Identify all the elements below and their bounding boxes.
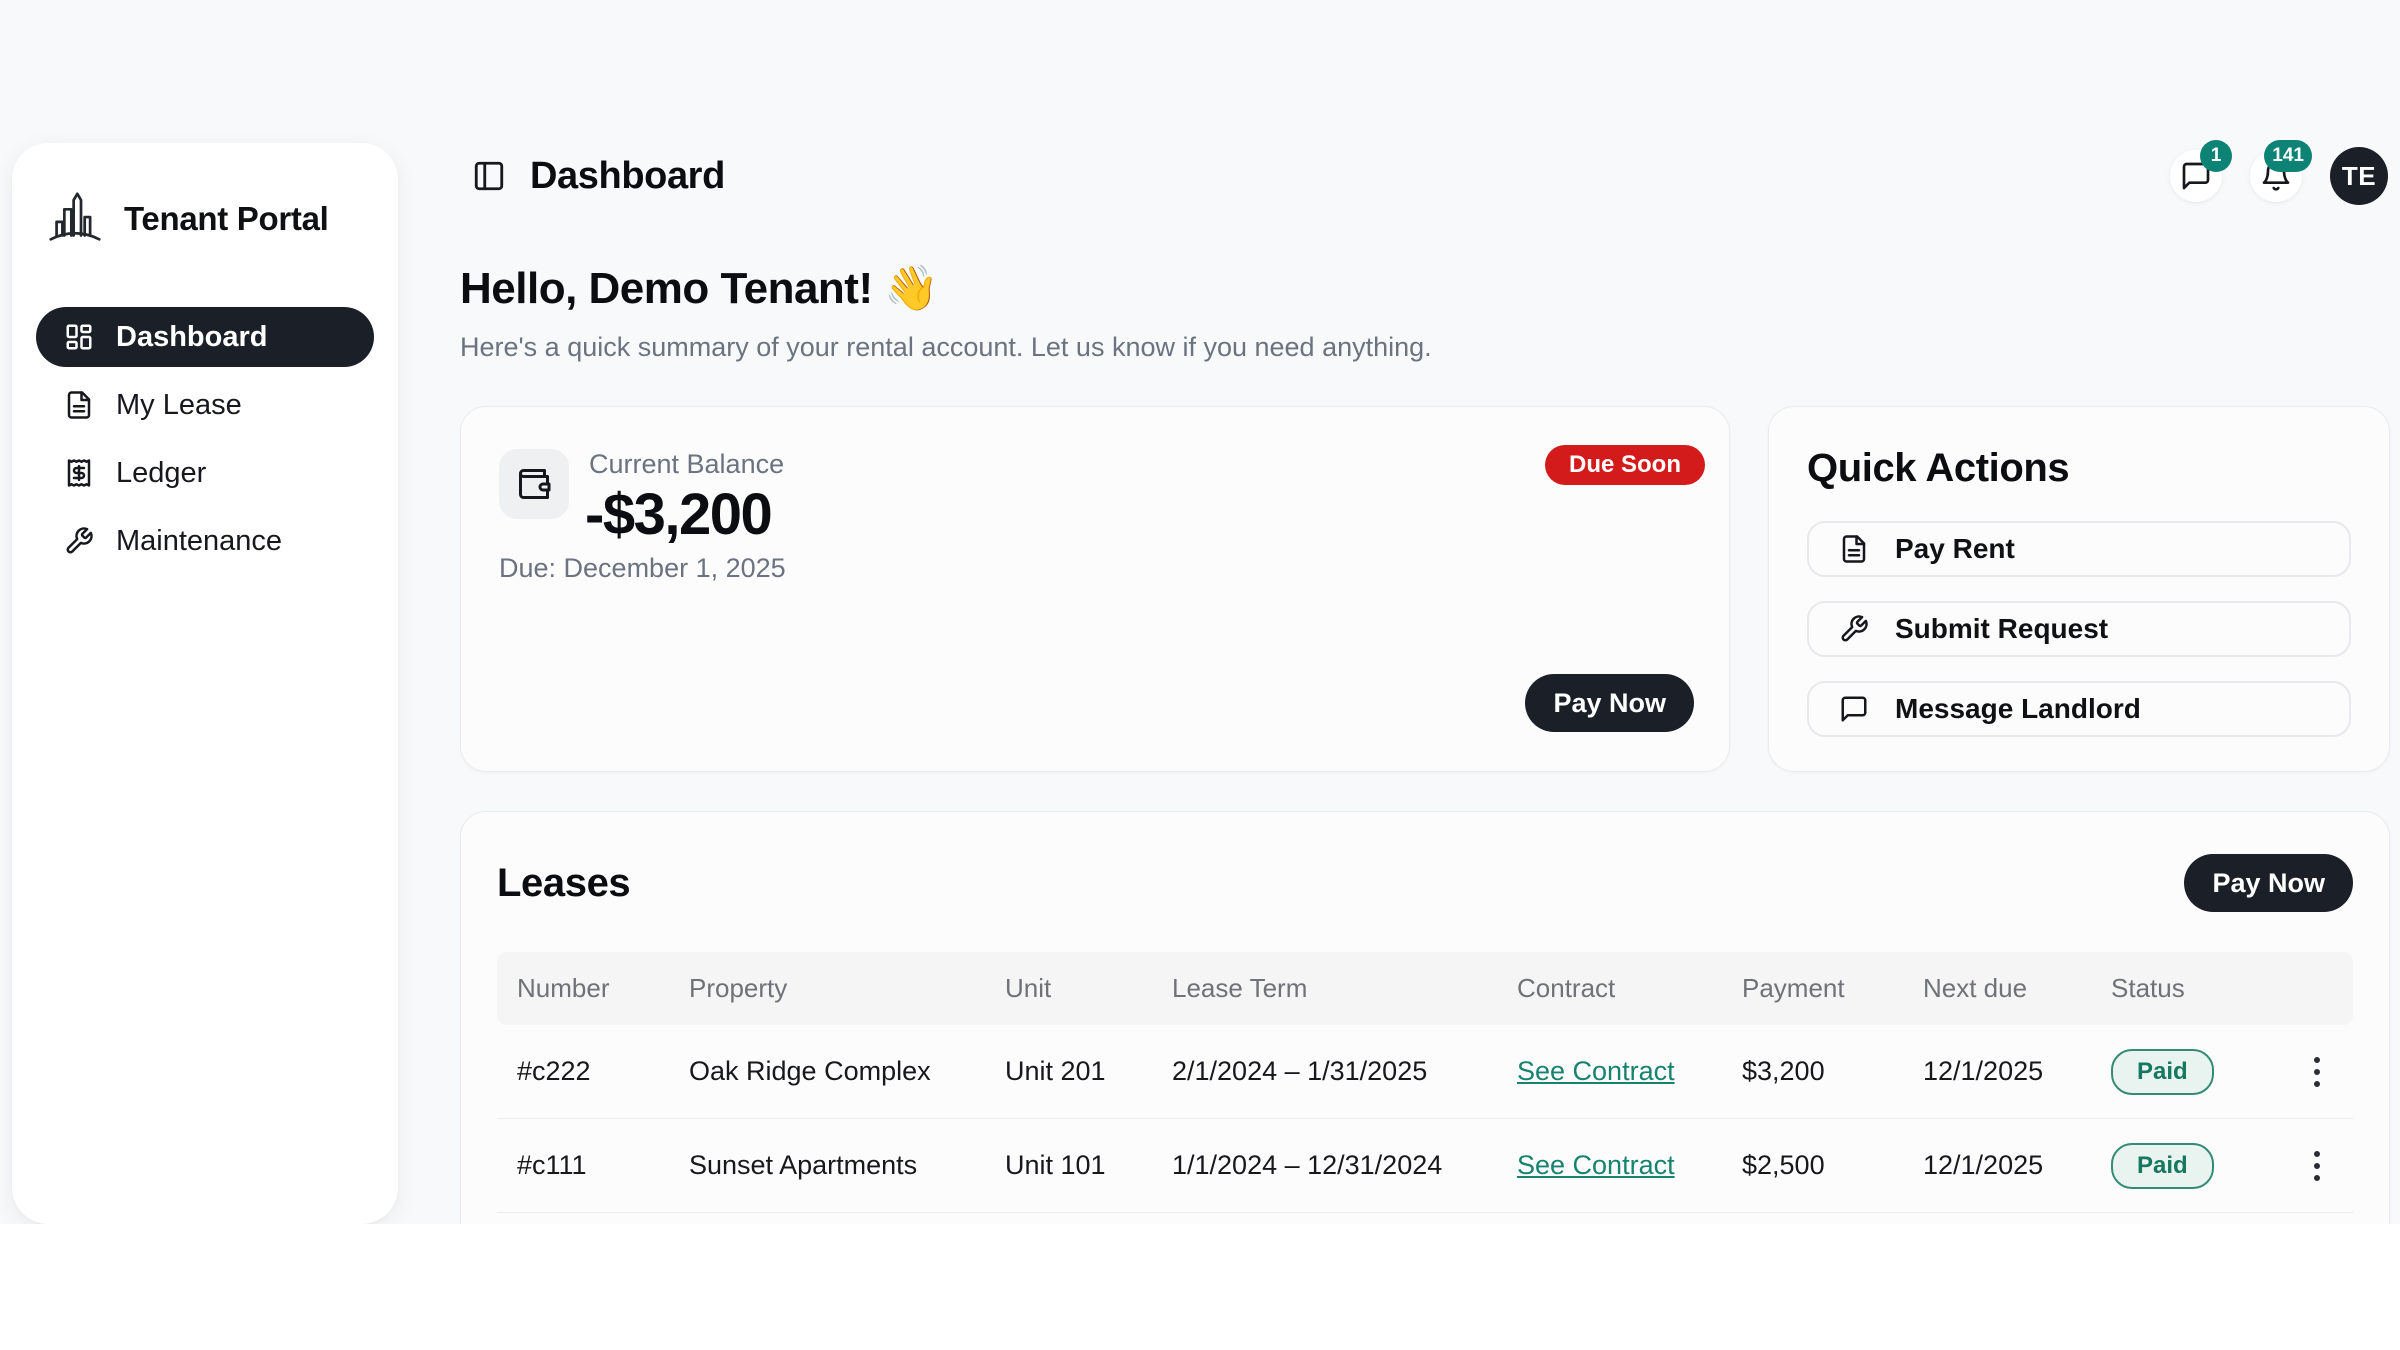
submit-request-label: Submit Request (1895, 613, 2108, 645)
message-landlord-button[interactable]: Message Landlord (1807, 681, 2351, 737)
lease-property: Sunset Apartments (669, 1150, 985, 1181)
lease-payment: $3,200 (1722, 1056, 1903, 1087)
col-number: Number (497, 973, 669, 1004)
sidebar: Tenant Portal Dashboard (12, 143, 398, 1224)
leases-card: Leases Pay Now Number Property Unit Leas… (460, 811, 2390, 1224)
wrench-icon (1839, 614, 1869, 644)
balance-label: Current Balance (589, 449, 784, 480)
sidebar-nav: Dashboard My Lease Ledge (36, 307, 374, 571)
col-unit: Unit (985, 973, 1152, 1004)
lease-next-due: 12/1/2025 (1903, 1150, 2091, 1181)
receipt-icon (64, 458, 94, 488)
col-contract: Contract (1497, 973, 1722, 1004)
due-date-text: Due: December 1, 2025 (499, 553, 786, 584)
leases-pay-now-button[interactable]: Pay Now (2184, 854, 2353, 912)
leases-table: Number Property Unit Lease Term Contract… (497, 952, 2353, 1213)
sidebar-item-ledger[interactable]: Ledger (36, 443, 374, 503)
lease-number: #c222 (497, 1056, 669, 1087)
table-row: #c222 Oak Ridge Complex Unit 201 2/1/202… (497, 1025, 2353, 1119)
sidebar-item-maintenance[interactable]: Maintenance (36, 511, 374, 571)
col-status: Status (2091, 973, 2281, 1004)
panel-left-icon (472, 159, 506, 193)
notifications-count-badge: 141 (2264, 140, 2312, 172)
wallet-icon (499, 449, 569, 519)
wrench-icon (64, 526, 94, 556)
see-contract-link[interactable]: See Contract (1517, 1056, 1675, 1086)
col-lease-term: Lease Term (1152, 973, 1497, 1004)
lease-unit: Unit 201 (985, 1056, 1152, 1087)
topbar: Dashboard 1 141 TE (460, 140, 2388, 212)
lease-payment: $2,500 (1722, 1150, 1903, 1181)
lease-next-due: 12/1/2025 (1903, 1056, 2091, 1087)
pay-rent-button[interactable]: Pay Rent (1807, 521, 2351, 577)
balance-amount: -$3,200 (585, 481, 771, 548)
sidebar-item-label: Dashboard (116, 321, 267, 354)
sidebar-toggle-button[interactable] (472, 158, 508, 194)
due-soon-badge: Due Soon (1545, 445, 1705, 485)
lease-number: #c111 (497, 1150, 669, 1181)
lease-unit: Unit 101 (985, 1150, 1152, 1181)
message-icon (1839, 694, 1869, 724)
row-menu-button[interactable] (2304, 1047, 2330, 1097)
sidebar-item-label: Ledger (116, 457, 206, 490)
quick-actions-title: Quick Actions (1807, 445, 2351, 491)
dashboard-grid-icon (64, 322, 94, 352)
see-contract-link[interactable]: See Contract (1517, 1150, 1675, 1180)
row-menu-button[interactable] (2304, 1141, 2330, 1191)
leases-table-header: Number Property Unit Lease Term Contract… (497, 952, 2353, 1025)
welcome-subheading: Here's a quick summary of your rental ac… (460, 332, 1432, 363)
notifications-button[interactable]: 141 (2250, 150, 2302, 202)
topbar-actions: 1 141 TE (2170, 147, 2388, 205)
file-text-icon (1839, 534, 1869, 564)
quick-actions-card: Quick Actions Pay Rent Submit Request (1768, 406, 2390, 772)
app-viewport: Tenant Portal Dashboard (0, 0, 2400, 1224)
lease-term: 2/1/2024 – 1/31/2025 (1152, 1056, 1497, 1087)
pay-rent-label: Pay Rent (1895, 533, 2015, 565)
message-landlord-label: Message Landlord (1895, 693, 2141, 725)
buildings-logo-icon (44, 188, 106, 250)
col-next-due: Next due (1903, 973, 2091, 1004)
pay-now-button[interactable]: Pay Now (1525, 674, 1694, 732)
user-avatar[interactable]: TE (2330, 147, 2388, 205)
lease-term: 1/1/2024 – 12/31/2024 (1152, 1150, 1497, 1181)
status-badge: Paid (2111, 1049, 2214, 1095)
leases-header: Leases Pay Now (497, 854, 2353, 912)
sidebar-item-dashboard[interactable]: Dashboard (36, 307, 374, 367)
welcome-heading: Hello, Demo Tenant! 👋 (460, 262, 939, 314)
status-badge: Paid (2111, 1143, 2214, 1189)
lease-property: Oak Ridge Complex (669, 1056, 985, 1087)
col-property: Property (669, 973, 985, 1004)
table-row: #c111 Sunset Apartments Unit 101 1/1/202… (497, 1119, 2353, 1213)
submit-request-button[interactable]: Submit Request (1807, 601, 2351, 657)
app-logo: Tenant Portal (44, 181, 374, 257)
leases-title: Leases (497, 861, 630, 906)
file-text-icon (64, 390, 94, 420)
sidebar-item-my-lease[interactable]: My Lease (36, 375, 374, 435)
sidebar-item-label: My Lease (116, 389, 242, 422)
sidebar-item-label: Maintenance (116, 525, 282, 558)
messages-button[interactable]: 1 (2170, 150, 2222, 202)
messages-count-badge: 1 (2200, 140, 2232, 172)
balance-card: Current Balance -$3,200 Due Soon Due: De… (460, 406, 1730, 772)
col-payment: Payment (1722, 973, 1903, 1004)
app-title: Tenant Portal (124, 200, 329, 238)
page-title: Dashboard (530, 155, 725, 198)
